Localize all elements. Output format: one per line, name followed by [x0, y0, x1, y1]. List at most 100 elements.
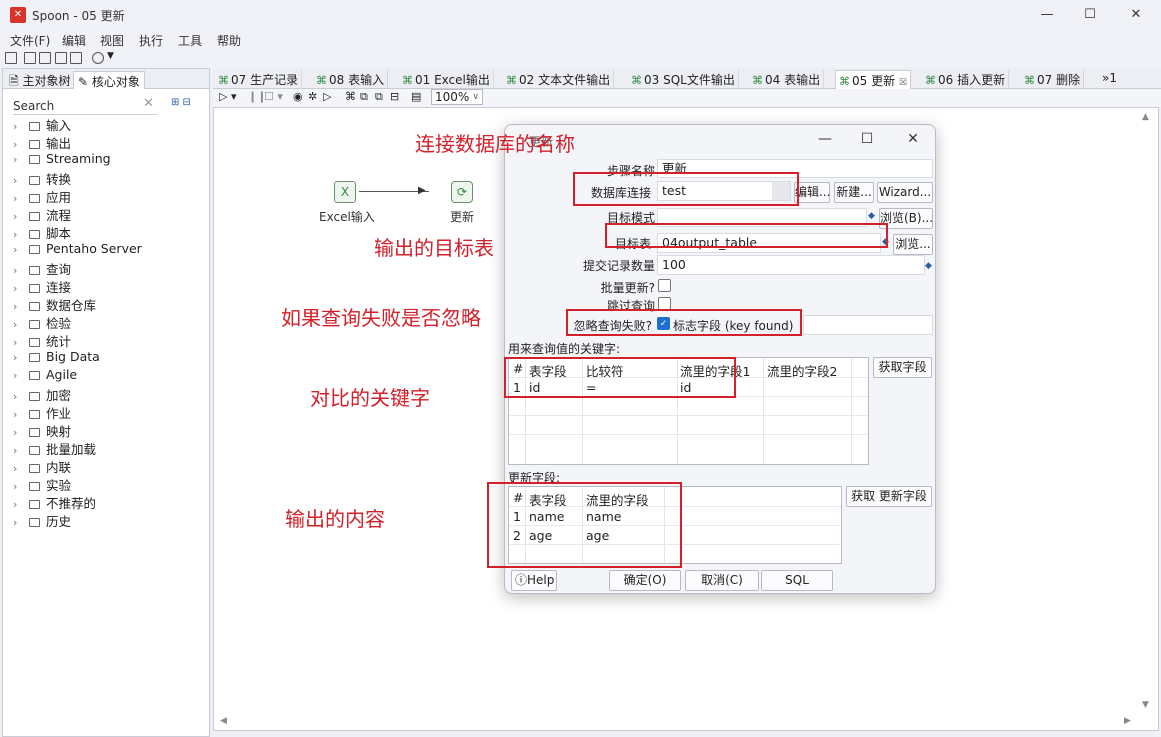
tree-item[interactable]: › 作业	[13, 403, 71, 421]
scroll-down-icon[interactable]: ▼	[1142, 700, 1149, 710]
chevron-right-icon[interactable]: ›	[13, 369, 29, 382]
layers-icon[interactable]	[92, 52, 104, 64]
chevron-right-icon[interactable]: ›	[13, 228, 29, 241]
tree-item[interactable]: › 流程	[13, 205, 71, 223]
tree-item[interactable]: › 不推荐的	[13, 493, 96, 511]
tab-core-objects[interactable]: ✎ 核心对象	[73, 71, 145, 89]
tree-item[interactable]: › 数据仓库	[13, 295, 96, 313]
sql-button[interactable]: SQL	[761, 570, 833, 591]
tab-08-table-input[interactable]: ⌘ 08 表输入	[313, 70, 389, 89]
tree-item[interactable]: › 加密	[13, 385, 71, 403]
tree-item[interactable]: › Agile	[13, 367, 77, 385]
menu-edit[interactable]: 编辑	[62, 32, 86, 49]
tree-item[interactable]: › 应用	[13, 187, 71, 205]
scroll-up-icon[interactable]: ▲	[1142, 112, 1149, 122]
new-file-icon[interactable]	[5, 52, 17, 64]
close-button[interactable]: ✕	[1113, 4, 1159, 26]
clear-search-icon[interactable]: ✕	[143, 96, 154, 111]
menu-tools[interactable]: 工具	[178, 32, 202, 49]
tab-03-sql-output[interactable]: ⌘ 03 SQL文件输出	[628, 70, 739, 89]
chevron-right-icon[interactable]: ›	[13, 174, 29, 187]
chevron-right-icon[interactable]: ›	[13, 516, 29, 529]
chevron-right-icon[interactable]: ›	[13, 300, 29, 313]
tree-item[interactable]: › 转换	[13, 169, 71, 187]
chevron-right-icon[interactable]: ›	[13, 192, 29, 205]
tree-tools-icon[interactable]: ⊞ ⊟	[171, 97, 191, 108]
scroll-right-icon[interactable]: ▶	[1124, 716, 1131, 726]
tab-05-update[interactable]: ⌘ 05 更新 ☒	[835, 70, 911, 89]
update-icon[interactable]: ⟳	[451, 181, 473, 203]
replay-icon[interactable]: ▷	[323, 90, 331, 103]
tab-06-insert-update[interactable]: ⌘ 06 插入更新	[922, 70, 1010, 89]
chevron-right-icon[interactable]: ›	[13, 318, 29, 331]
chevron-right-icon[interactable]: ›	[13, 138, 29, 151]
menu-file[interactable]: 文件(F)	[10, 32, 50, 49]
dialog-close-button[interactable]: ✕	[898, 131, 928, 147]
save-as-icon[interactable]	[70, 52, 82, 64]
show-results-icon[interactable]: ▤	[411, 90, 421, 103]
chevron-right-icon[interactable]: ›	[13, 390, 29, 403]
tree-item[interactable]: › Streaming	[13, 151, 111, 169]
impact-icon[interactable]: ⧉	[360, 90, 368, 104]
tree-item[interactable]: › 映射	[13, 421, 71, 439]
search-input[interactable]	[13, 97, 137, 115]
tree-item[interactable]: › 检验	[13, 313, 71, 331]
tab-07-production[interactable]: ⌘ 07 生产记录	[215, 70, 303, 89]
chevron-right-icon[interactable]: ›	[13, 336, 29, 349]
scroll-left-icon[interactable]: ◀	[220, 716, 227, 726]
chevron-down-icon[interactable]: ▼	[107, 51, 114, 61]
close-tab-icon[interactable]: ☒	[899, 78, 907, 88]
maximize-button[interactable]: ☐	[1067, 4, 1113, 26]
chevron-right-icon[interactable]: ›	[13, 444, 29, 457]
tree-item[interactable]: › 实验	[13, 475, 71, 493]
tab-07-delete[interactable]: ⌘ 07 删除	[1021, 70, 1085, 89]
tab-01-excel-output[interactable]: ⌘ 01 Excel输出	[399, 70, 494, 89]
tree-item[interactable]: › 输出	[13, 133, 71, 151]
debug-icon[interactable]: ✲	[308, 90, 317, 103]
commit-size-field[interactable]: 100	[657, 255, 925, 275]
tab-main-tree[interactable]: 🗎 主对象树	[5, 71, 75, 89]
tab-04-table-output[interactable]: ⌘ 04 表输出	[749, 70, 825, 89]
chevron-right-icon[interactable]: ›	[13, 243, 29, 256]
edit-connection-button[interactable]: 编辑...	[794, 182, 830, 203]
tree-item[interactable]: › 查询	[13, 259, 71, 277]
minimize-button[interactable]: —	[1024, 4, 1070, 26]
tree-item[interactable]: › Pentaho Server	[13, 241, 142, 259]
tree-item[interactable]: › 输入	[13, 115, 71, 133]
ok-button[interactable]: 确定(O)	[609, 570, 681, 591]
menu-run[interactable]: 执行	[139, 32, 163, 49]
tab-overflow[interactable]: »1	[1099, 70, 1120, 89]
tree-item[interactable]: › Big Data	[13, 349, 100, 367]
chevron-right-icon[interactable]: ›	[13, 351, 29, 364]
preview-icon[interactable]: ◉	[293, 90, 303, 103]
tree-item[interactable]: › 脚本	[13, 223, 71, 241]
chevron-right-icon[interactable]: ›	[13, 498, 29, 511]
open-file-icon[interactable]	[24, 52, 36, 64]
save-icon[interactable]	[55, 52, 67, 64]
chevron-right-icon[interactable]: ›	[13, 264, 29, 277]
chevron-right-icon[interactable]: ›	[13, 282, 29, 295]
menu-view[interactable]: 视图	[100, 32, 124, 49]
chevron-right-icon[interactable]: ›	[13, 153, 29, 166]
excel-input-icon[interactable]: X	[334, 181, 356, 203]
sql-icon[interactable]: ⧉	[375, 90, 383, 104]
chevron-right-icon[interactable]: ›	[13, 120, 29, 133]
menu-help[interactable]: 帮助	[217, 32, 241, 49]
dialog-maximize-button[interactable]: ☐	[852, 131, 882, 147]
chevron-right-icon[interactable]: ›	[13, 408, 29, 421]
zoom-select[interactable]: 100% ∨	[431, 89, 483, 105]
get-fields-button[interactable]: 获取字段	[873, 357, 932, 378]
new-connection-button[interactable]: 新建...	[834, 182, 874, 203]
explore-repository-icon[interactable]	[39, 52, 51, 64]
get-update-fields-button[interactable]: 获取 更新字段	[846, 486, 932, 507]
chevron-right-icon[interactable]: ›	[13, 480, 29, 493]
help-button[interactable]: ⓘHelp	[511, 570, 557, 591]
tree-item[interactable]: › 内联	[13, 457, 71, 475]
tree-item[interactable]: › 统计	[13, 331, 71, 349]
browse-table-button[interactable]: 浏览...	[893, 234, 933, 255]
cancel-button[interactable]: 取消(C)	[685, 570, 759, 591]
flag-field-input[interactable]	[803, 315, 933, 335]
run-icon[interactable]: ▷ ▾	[219, 90, 236, 103]
tree-item[interactable]: › 历史	[13, 511, 71, 529]
tree-item[interactable]: › 连接	[13, 277, 71, 295]
